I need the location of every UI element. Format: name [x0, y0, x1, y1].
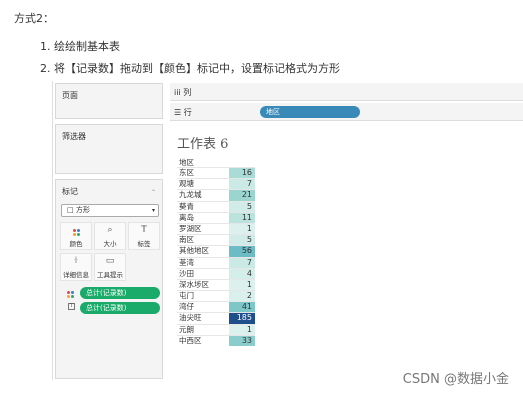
- row-label: 屯门: [179, 291, 194, 301]
- tooltip-icon: ▭: [105, 256, 115, 266]
- table-row[interactable]: 观塘 7: [177, 178, 255, 190]
- table-row[interactable]: 其他地区 56: [177, 245, 255, 257]
- value-cell[interactable]: 5: [229, 235, 255, 246]
- row-label: 罗湖区: [179, 223, 202, 233]
- row-label: 观塘: [179, 179, 194, 189]
- value-cell[interactable]: 1: [229, 324, 255, 335]
- doc-heading: 方式2：: [14, 12, 54, 25]
- row-label: 离岛: [179, 212, 194, 222]
- value-cell[interactable]: 16: [229, 168, 255, 179]
- table-row[interactable]: 葵青 5: [177, 200, 255, 212]
- columns-label: iii 列: [174, 88, 192, 97]
- label-field-pill-label: 总计(记录数): [86, 304, 127, 312]
- value-cell[interactable]: 11: [229, 212, 255, 223]
- color-field-pill-label: 总计(记录数): [86, 289, 127, 297]
- label-t-small-icon: T: [68, 303, 75, 310]
- row-label: 沙田: [179, 268, 194, 278]
- table-row[interactable]: 荃湾 7: [177, 256, 255, 268]
- row-label: 葵青: [179, 201, 194, 211]
- columns-shelf[interactable]: iii 列: [170, 83, 523, 101]
- value-cell[interactable]: 7: [229, 257, 255, 268]
- table-row[interactable]: 东区 16: [177, 167, 255, 179]
- rows-shelf[interactable]: ☰ 行 地区: [170, 103, 523, 121]
- color-dots-icon: [61, 223, 91, 238]
- doc-step-2: 2. 将【记录数】拖动到【颜色】标记中，设置标记格式为方形: [40, 62, 340, 75]
- value-cell[interactable]: 56: [229, 246, 255, 257]
- value-cell[interactable]: 33: [229, 335, 255, 346]
- mark-type-value: □ 方形: [67, 206, 90, 214]
- label-field-pill[interactable]: 总计(记录数): [80, 302, 160, 314]
- value-cell[interactable]: 21: [229, 190, 255, 201]
- value-cell[interactable]: 7: [229, 179, 255, 190]
- filters-label: 筛选器: [62, 132, 86, 141]
- color-field-pill[interactable]: 总计(记录数): [80, 287, 160, 299]
- table-row[interactable]: 深水埗区 1: [177, 278, 255, 291]
- table-row[interactable]: 离岛 11: [177, 211, 255, 223]
- doc-step-1: 1. 绘绘制基本表: [40, 40, 120, 53]
- row-label: 油尖旺: [179, 313, 202, 323]
- row-label: 中西区: [179, 335, 202, 345]
- size-mark-button[interactable]: ⌕ 大小: [94, 222, 126, 250]
- marks-panel: 标记 ⌄ □ 方形 ▾ 颜色 ⌕ 大小 T 标签 ꖌ 详细信息 ▭ 工具提示 总…: [55, 179, 163, 379]
- value-cell[interactable]: 2: [229, 291, 255, 302]
- sheet-title: 工作表 6: [177, 137, 229, 152]
- table-row[interactable]: 元朗 1: [177, 323, 255, 335]
- label-t-icon: T: [141, 225, 147, 235]
- pages-label: 页面: [62, 91, 78, 100]
- tooltip-mark-button[interactable]: ▭ 工具提示: [94, 253, 126, 281]
- color-dots-small-icon: [67, 288, 74, 298]
- size-icon: ⌕: [107, 225, 113, 235]
- row-label: 其他地区: [179, 246, 209, 256]
- table-row[interactable]: 南区 5: [177, 234, 255, 246]
- filters-panel[interactable]: 筛选器: [55, 124, 163, 174]
- color-label: 颜色: [69, 240, 83, 248]
- label-label: 标签: [137, 240, 151, 248]
- marks-collapse-icon[interactable]: ⌄: [151, 186, 156, 193]
- row-label: 南区: [179, 235, 194, 245]
- row-label: 九龙城: [179, 190, 202, 200]
- value-cell[interactable]: 1: [229, 279, 255, 291]
- detail-label: 详细信息: [63, 271, 89, 279]
- marks-label: 标记: [62, 187, 78, 196]
- chevron-down-icon: ▾: [151, 207, 155, 214]
- pages-panel[interactable]: 页面: [55, 83, 163, 119]
- value-cell[interactable]: 4: [229, 268, 255, 279]
- table-row[interactable]: 罗湖区 1: [177, 222, 255, 235]
- detail-dots-icon: ꖌ: [73, 256, 79, 266]
- value-cell[interactable]: 185: [229, 313, 255, 324]
- mark-type-select[interactable]: □ 方形 ▾: [61, 204, 159, 217]
- watermark: CSDN @数据小金: [402, 372, 509, 387]
- table-row[interactable]: 油尖旺 185: [177, 312, 255, 324]
- rows-field-pill-label: 地区: [266, 108, 280, 116]
- tableau-screenshot: 页面 筛选器 标记 ⌄ □ 方形 ▾ 颜色 ⌕ 大小 T 标签 ꖌ 详细信息 ▭…: [52, 81, 523, 380]
- row-label: 深水埗区: [179, 279, 209, 289]
- value-cell[interactable]: 5: [229, 201, 255, 212]
- table-row[interactable]: 九龙城 21: [177, 189, 255, 201]
- table-row[interactable]: 中西区 33: [177, 334, 255, 346]
- row-label: 东区: [179, 168, 194, 177]
- data-table: 东区 16 观塘 7 九龙城 21 葵青 5 离岛 11 罗湖区 1 南区 5 其他地区 56 荃湾 7 沙田 4 深水…: [177, 167, 255, 346]
- value-cell[interactable]: 41: [229, 302, 255, 313]
- row-label: 湾仔: [179, 302, 194, 312]
- detail-mark-button[interactable]: ꖌ 详细信息: [60, 253, 92, 281]
- table-row[interactable]: 屯门 2: [177, 290, 255, 302]
- color-mark-button[interactable]: 颜色: [60, 222, 92, 250]
- row-label: 荃湾: [179, 257, 194, 267]
- tooltip-label: 工具提示: [97, 271, 123, 279]
- row-label: 元朗: [179, 324, 194, 334]
- rows-label: ☰ 行: [174, 108, 192, 117]
- rows-field-pill[interactable]: 地区: [260, 106, 360, 118]
- size-label: 大小: [103, 240, 117, 248]
- value-cell[interactable]: 1: [229, 223, 255, 235]
- table-row[interactable]: 沙田 4: [177, 267, 255, 279]
- table-row[interactable]: 湾仔 41: [177, 301, 255, 313]
- label-mark-button[interactable]: T 标签: [128, 222, 160, 250]
